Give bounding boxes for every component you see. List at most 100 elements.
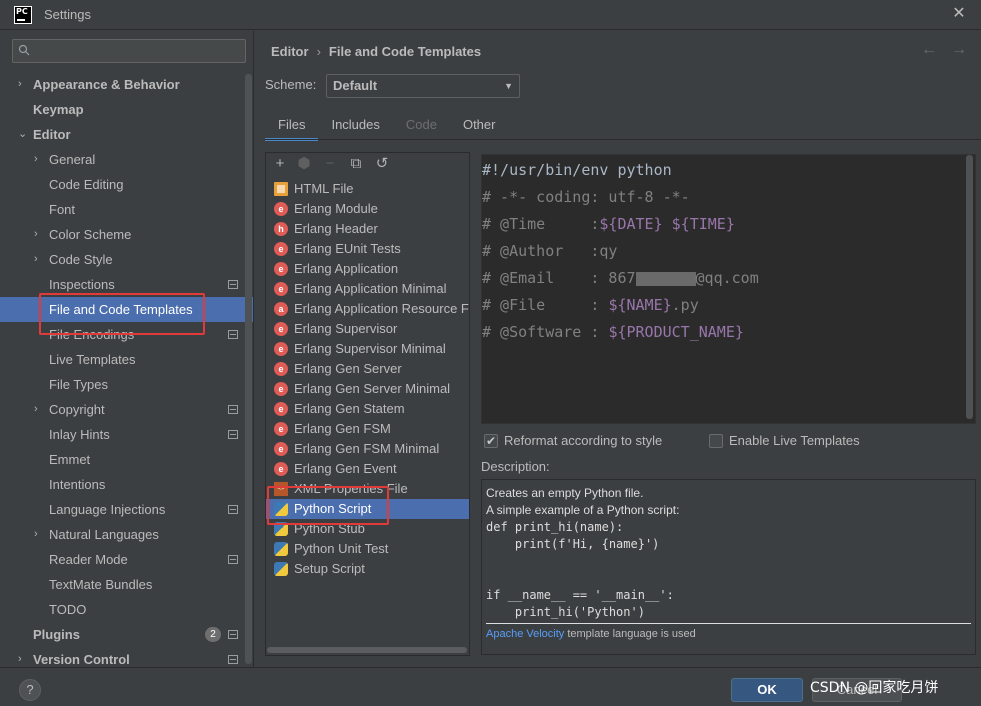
erlang-file-icon: e: [274, 442, 288, 456]
tab-files[interactable]: Files: [265, 111, 319, 141]
sidebar-item-appearance-behavior[interactable]: › Appearance & Behavior: [0, 72, 253, 97]
breadcrumb-current: File and Code Templates: [328, 44, 482, 59]
code-token: @qq.com: [695, 269, 759, 287]
sidebar-item-copyright[interactable]: › Copyright: [0, 397, 253, 422]
back-arrow-icon[interactable]: ←: [921, 41, 937, 58]
settings-content: Editor › File and Code Templates ← → Scheme…: [255, 31, 981, 667]
template-item-label: HTML File: [294, 181, 354, 196]
remove-icon[interactable]: −: [322, 156, 338, 172]
sidebar-item-emmet[interactable]: Emmet: [0, 447, 253, 472]
sidebar-item-textmate-bundles[interactable]: TextMate Bundles: [0, 572, 253, 597]
reformat-label: Reformat according to style: [504, 433, 663, 448]
chevron-right-icon[interactable]: ›: [18, 647, 30, 667]
search-input[interactable]: [12, 39, 246, 63]
sidebar-item-version-control[interactable]: › Version Control: [0, 647, 253, 667]
template-item-erlang-eunit-tests[interactable]: e Erlang EUnit Tests: [266, 239, 469, 259]
erlang-file-icon: e: [274, 242, 288, 256]
template-item-python-stub[interactable]: Python Stub: [266, 519, 469, 539]
sidebar-item-keymap[interactable]: Keymap: [0, 97, 253, 122]
sidebar-item-natural-languages[interactable]: › Natural Languages: [0, 522, 253, 547]
chevron-right-icon[interactable]: ›: [34, 522, 46, 547]
chevron-right-icon[interactable]: ›: [34, 397, 46, 422]
code-line: #!/usr/bin/env python: [482, 159, 672, 181]
description-code: def print_hi(name): print(f'Hi, {name}')…: [486, 520, 674, 619]
apache-velocity-link[interactable]: Apache Velocity: [486, 628, 564, 640]
sidebar-item-label: Font: [49, 202, 76, 217]
scheme-dropdown[interactable]: Default ▼: [326, 74, 520, 98]
code-token: # @Email : 867: [482, 269, 636, 287]
close-icon[interactable]: ✕: [949, 4, 969, 24]
help-button[interactable]: ?: [19, 679, 41, 701]
copy-icon[interactable]: ⧉: [348, 156, 364, 172]
template-item-erlang-gen-server[interactable]: e Erlang Gen Server: [266, 359, 469, 379]
tab-code[interactable]: Code: [393, 111, 450, 141]
template-item-html-file[interactable]: HTML File: [266, 179, 469, 199]
sidebar-item-file-types[interactable]: File Types: [0, 372, 253, 397]
chevron-right-icon[interactable]: ›: [34, 222, 46, 247]
chevron-right-icon[interactable]: ›: [34, 147, 46, 172]
sidebar-item-plugins[interactable]: Plugins 2: [0, 622, 253, 647]
sidebar-item-inlay-hints[interactable]: Inlay Hints: [0, 422, 253, 447]
template-item-erlang-application-minimal[interactable]: e Erlang Application Minimal: [266, 279, 469, 299]
template-item-erlang-header[interactable]: h Erlang Header: [266, 219, 469, 239]
history-nav: ← →: [907, 41, 967, 59]
template-item-python-unit-test[interactable]: Python Unit Test: [266, 539, 469, 559]
template-item-label: Python Stub: [294, 521, 365, 536]
tab-includes[interactable]: Includes: [318, 111, 392, 141]
erlang-file-icon: e: [274, 282, 288, 296]
project-settings-icon: [228, 630, 238, 639]
sidebar-item-reader-mode[interactable]: Reader Mode: [0, 547, 253, 572]
sidebar-item-inspections[interactable]: Inspections: [0, 272, 253, 297]
template-code-editor[interactable]: #!/usr/bin/env python # -*- coding: utf-8…: [481, 154, 976, 424]
template-item-setup-script[interactable]: Setup Script: [266, 559, 469, 579]
erlang-file-icon: e: [274, 362, 288, 376]
tab-other[interactable]: Other: [450, 111, 509, 141]
editor-scrollbar[interactable]: [966, 155, 973, 419]
sidebar-item-todo[interactable]: TODO: [0, 597, 253, 622]
sidebar-item-font[interactable]: Font: [0, 197, 253, 222]
sidebar-item-color-scheme[interactable]: › Color Scheme: [0, 222, 253, 247]
breadcrumb: Editor › File and Code Templates: [271, 44, 481, 59]
sidebar-item-intentions[interactable]: Intentions: [0, 472, 253, 497]
copy-settings-icon[interactable]: ⬢: [296, 156, 312, 172]
template-item-python-script[interactable]: Python Script: [266, 499, 469, 519]
template-item-erlang-gen-fsm-minimal[interactable]: e Erlang Gen FSM Minimal: [266, 439, 469, 459]
template-list-scrollbar[interactable]: [267, 647, 467, 653]
template-item-erlang-gen-fsm[interactable]: e Erlang Gen FSM: [266, 419, 469, 439]
ok-button[interactable]: OK: [731, 678, 803, 702]
template-item-erlang-supervisor[interactable]: e Erlang Supervisor: [266, 319, 469, 339]
chevron-down-icon[interactable]: ⌄: [18, 122, 30, 147]
sidebar-item-editor[interactable]: ⌄ Editor: [0, 122, 253, 147]
sidebar-item-general[interactable]: › General: [0, 147, 253, 172]
forward-arrow-icon[interactable]: →: [951, 41, 967, 58]
reset-icon[interactable]: ↺: [374, 156, 390, 172]
sidebar-scrollbar[interactable]: [245, 74, 252, 664]
sidebar-item-file-and-code-templates[interactable]: File and Code Templates: [0, 297, 253, 322]
template-item-erlang-gen-statem[interactable]: e Erlang Gen Statem: [266, 399, 469, 419]
sidebar-item-code-editing[interactable]: Code Editing: [0, 172, 253, 197]
sidebar-item-file-encodings[interactable]: File Encodings: [0, 322, 253, 347]
template-item-erlang-module[interactable]: e Erlang Module: [266, 199, 469, 219]
breadcrumb-editor[interactable]: Editor: [271, 44, 309, 59]
sidebar-item-code-style[interactable]: › Code Style: [0, 247, 253, 272]
chevron-right-icon[interactable]: ›: [34, 247, 46, 272]
template-item-erlang-gen-event[interactable]: e Erlang Gen Event: [266, 459, 469, 479]
sidebar-item-label: Code Editing: [49, 177, 124, 192]
template-item-xml-properties-file[interactable]: <> XML Properties File: [266, 479, 469, 499]
template-item-erlang-supervisor-minimal[interactable]: e Erlang Supervisor Minimal: [266, 339, 469, 359]
template-item-erlang-application[interactable]: e Erlang Application: [266, 259, 469, 279]
watermark: CSDN @回家吃月饼: [810, 680, 939, 696]
add-icon[interactable]: +: [272, 156, 288, 172]
chevron-right-icon[interactable]: ›: [18, 72, 30, 97]
template-item-erlang-gen-server-minimal[interactable]: e Erlang Gen Server Minimal: [266, 379, 469, 399]
template-item-label: Erlang Gen Statem: [294, 401, 405, 416]
checkbox-unchecked-icon: [709, 434, 723, 448]
code-token: # @File :: [482, 296, 609, 314]
template-item-erlang-application-resource-fi[interactable]: a Erlang Application Resource Fi: [266, 299, 469, 319]
template-item-label: Erlang Supervisor Minimal: [294, 341, 446, 356]
sidebar-item-live-templates[interactable]: Live Templates: [0, 347, 253, 372]
sidebar-item-language-injections[interactable]: Language Injections: [0, 497, 253, 522]
html-file-icon: [274, 182, 288, 196]
erlang-file-icon: a: [274, 302, 288, 316]
description-label: Description:: [481, 459, 550, 474]
